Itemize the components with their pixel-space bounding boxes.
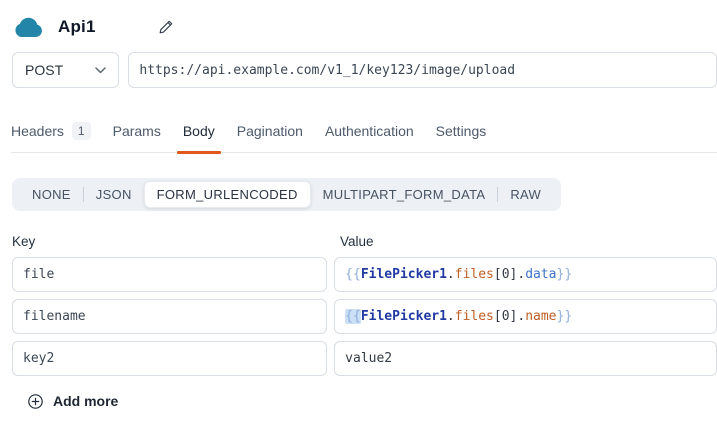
code-token: data — [525, 267, 556, 282]
tab-label: Params — [113, 123, 161, 139]
kv-column-headers: Key Value — [12, 234, 717, 249]
code-token: }} — [557, 267, 573, 282]
key-input[interactable] — [12, 341, 327, 376]
code-token: files — [455, 309, 494, 324]
value-code-field[interactable]: {{FilePicker1.files[0].name}} — [334, 299, 717, 334]
code-token: [0] — [494, 309, 517, 324]
edit-name-button[interactable] — [158, 19, 174, 35]
code-token: }} — [557, 309, 573, 324]
add-more-label: Add more — [53, 393, 118, 409]
code-token: {{ — [345, 309, 361, 324]
body-type-none[interactable]: NONE — [20, 181, 83, 208]
tab-settings[interactable]: Settings — [436, 122, 487, 152]
page-title: Api1 — [58, 17, 96, 37]
method-value: POST — [25, 62, 63, 78]
key-input[interactable] — [12, 257, 327, 292]
method-select[interactable]: POST — [12, 52, 119, 88]
add-more-button[interactable]: Add more — [28, 393, 118, 409]
tab-body[interactable]: Body — [183, 122, 215, 152]
tab-authentication[interactable]: Authentication — [325, 122, 414, 152]
code-token: . — [517, 309, 525, 324]
form-row: {{FilePicker1.files[0].data}} — [12, 257, 717, 292]
chevron-down-icon — [95, 67, 106, 74]
tab-pagination[interactable]: Pagination — [237, 122, 303, 152]
headers-count-badge: 1 — [72, 122, 91, 140]
body-type-raw[interactable]: RAW — [498, 181, 553, 208]
request-row: POST — [12, 52, 717, 88]
tab-bar: Headers 1 Params Body Pagination Authent… — [11, 122, 717, 153]
code-token: FilePicker1 — [361, 267, 447, 282]
tab-label: Pagination — [237, 123, 303, 139]
body-type-json[interactable]: JSON — [84, 181, 144, 208]
header: Api1 — [12, 10, 717, 44]
body-type-multipart-form-data[interactable]: MULTIPART_FORM_DATA — [311, 181, 498, 208]
code-token: files — [455, 267, 494, 282]
code-token: . — [517, 267, 525, 282]
value-column-header: Value — [340, 234, 374, 249]
value-code-field[interactable]: value2 — [334, 341, 717, 376]
code-token: FilePicker1 — [361, 309, 447, 324]
body-type-selector: NONE JSON FORM_URLENCODED MULTIPART_FORM… — [12, 178, 561, 211]
code-token: name — [525, 309, 556, 324]
tab-params[interactable]: Params — [113, 122, 161, 152]
key-column-header: Key — [12, 234, 340, 249]
code-token: [0] — [494, 267, 517, 282]
key-input[interactable] — [12, 299, 327, 334]
url-input[interactable] — [128, 52, 717, 88]
pencil-icon — [158, 19, 174, 35]
form-row: value2 — [12, 341, 717, 376]
code-token: value2 — [345, 351, 392, 366]
code-token: . — [447, 309, 455, 324]
tab-label: Settings — [436, 123, 487, 139]
code-token: {{ — [345, 267, 361, 282]
api-editor: Api1 POST Headers 1 Params Body Pagina — [0, 0, 717, 434]
body-type-form-urlencoded[interactable]: FORM_URLENCODED — [144, 181, 311, 208]
tab-label: Authentication — [325, 123, 414, 139]
tab-label: Body — [183, 123, 215, 139]
code-token: . — [447, 267, 455, 282]
tab-label: Headers — [11, 123, 64, 139]
cloud-icon — [12, 16, 44, 38]
form-row: {{FilePicker1.files[0].name}} — [12, 299, 717, 334]
value-code-field[interactable]: {{FilePicker1.files[0].data}} — [334, 257, 717, 292]
tab-headers[interactable]: Headers 1 — [11, 122, 91, 152]
plus-circle-icon — [28, 394, 43, 409]
